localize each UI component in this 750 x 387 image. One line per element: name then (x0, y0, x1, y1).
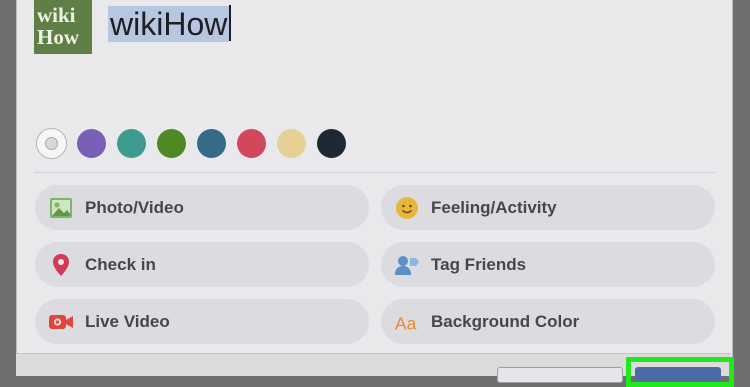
live-video-label: Live Video (85, 311, 170, 331)
swatch-red[interactable] (237, 129, 266, 158)
swatch-white[interactable] (36, 128, 67, 159)
background-color-button[interactable]: Aa Background Color (381, 299, 715, 344)
composer-footer (16, 353, 731, 376)
live-video-button[interactable]: Live Video (35, 299, 369, 344)
text-caret (229, 5, 232, 41)
cancel-button[interactable] (497, 367, 623, 383)
swatch-purple[interactable] (77, 129, 106, 158)
live-video-icon (48, 309, 74, 335)
location-pin-icon (48, 252, 74, 278)
tag-friends-label: Tag Friends (431, 254, 527, 274)
svg-text:Aa: Aa (395, 313, 417, 333)
photo-video-label: Photo/Video (85, 197, 184, 217)
swatch-green[interactable] (157, 129, 186, 158)
photo-icon (48, 195, 74, 221)
status-text-selected: wikiHow (108, 6, 230, 42)
feeling-activity-label: Feeling/Activity (431, 197, 557, 217)
swatch-blue[interactable] (197, 129, 226, 158)
check-in-button[interactable]: Check in (35, 242, 369, 287)
status-input[interactable]: wikiHow (108, 5, 232, 43)
avatar: wiki How (34, 0, 92, 54)
feeling-activity-button[interactable]: Feeling/Activity (381, 185, 715, 230)
swatch-dark[interactable] (317, 129, 346, 158)
text-aa-icon: Aa (394, 309, 420, 335)
swatch-yellow[interactable] (277, 129, 306, 158)
background-color-label: Background Color (431, 311, 580, 331)
tag-friends-icon (394, 252, 420, 278)
swatch-teal[interactable] (117, 129, 146, 158)
photo-video-button[interactable]: Photo/Video (35, 185, 369, 230)
tag-friends-button[interactable]: Tag Friends (381, 242, 715, 287)
post-button-highlight (626, 357, 734, 387)
avatar-line1: wiki (37, 3, 76, 27)
smiley-icon (394, 195, 420, 221)
divider (34, 172, 715, 173)
avatar-line2: How (37, 25, 79, 49)
check-in-label: Check in (85, 254, 156, 274)
